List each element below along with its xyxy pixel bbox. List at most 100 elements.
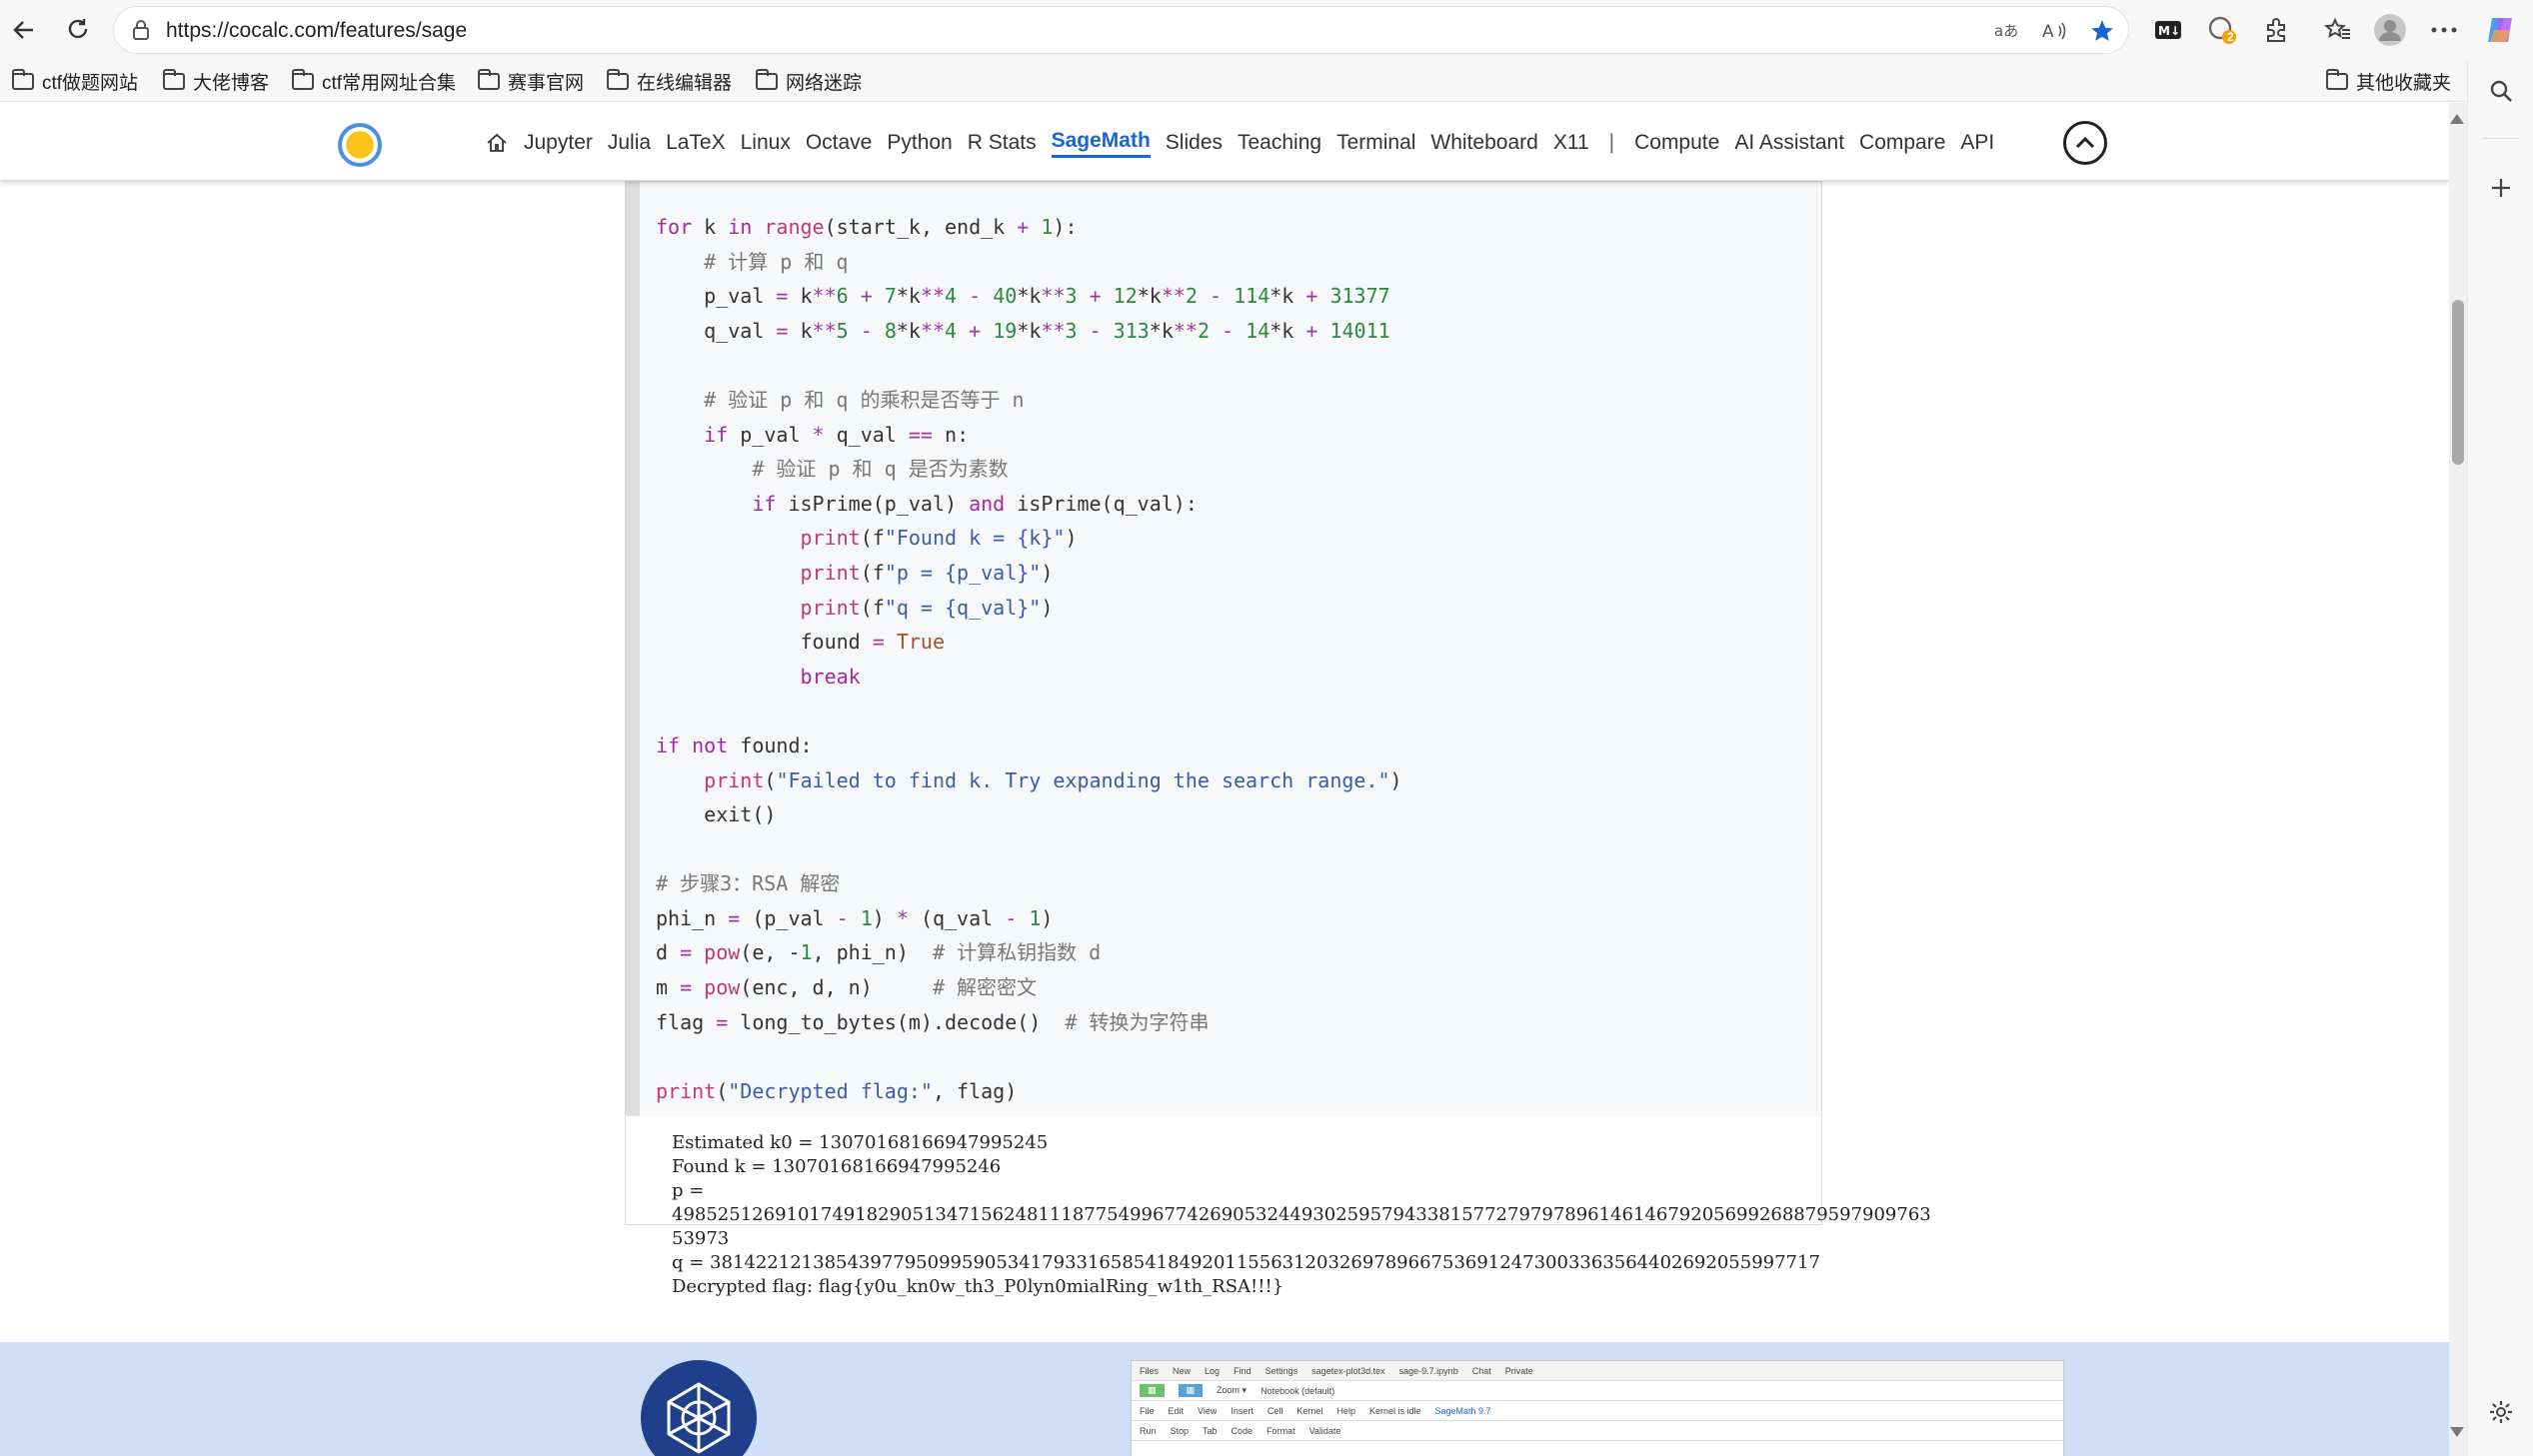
- preview-tab: Find: [1234, 1365, 1252, 1376]
- preview-toolbar-button: Code: [1231, 1425, 1254, 1436]
- scroll-up-arrow-icon[interactable]: [2450, 114, 2464, 124]
- nav-link-jupyter[interactable]: Jupyter: [524, 131, 593, 155]
- favorite-star-icon[interactable]: [2088, 17, 2116, 45]
- nav-link-python[interactable]: Python: [887, 131, 952, 155]
- nav-link-latex[interactable]: LaTeX: [666, 131, 726, 155]
- code-line: # 步骤3：RSA 解密: [656, 871, 841, 896]
- bookmark-folder[interactable]: 大佬博客: [163, 68, 269, 94]
- bookmark-label: ctf做题网站: [42, 72, 139, 94]
- preview-tab: Settings: [1265, 1365, 1298, 1376]
- bookmark-label: 赛事官网: [508, 72, 585, 94]
- copilot-icon[interactable]: [2483, 12, 2517, 48]
- add-sidebar-app-icon[interactable]: [2483, 170, 2519, 206]
- code-block: for k in range(start_k, end_k + 1): # 计算…: [626, 182, 1821, 1116]
- folder-icon: [756, 68, 778, 90]
- reload-icon[interactable]: [60, 12, 96, 48]
- scroll-to-top-button[interactable]: [2063, 121, 2107, 165]
- markdown-extension-icon[interactable]: M↓: [2151, 12, 2185, 48]
- preview-toolbar-button: Validate: [1308, 1425, 1341, 1436]
- extension-badge-count: 2: [2227, 30, 2234, 44]
- side-panel-divider: [2482, 138, 2520, 139]
- nav-link-terminal[interactable]: Terminal: [1336, 131, 1415, 155]
- lock-icon[interactable]: [130, 19, 152, 41]
- folder-icon: [292, 68, 314, 90]
- nav-link-whiteboard[interactable]: Whiteboard: [1430, 131, 1537, 155]
- bookmark-folder[interactable]: ctf常用网址合集: [292, 68, 456, 94]
- translate-icon[interactable]: aあ: [1993, 17, 2021, 45]
- chevron-up-icon: [2075, 136, 2095, 149]
- preview-toolbar-button: Tab: [1203, 1425, 1218, 1436]
- preview-menu-row: File Edit View Insert Cell Kernel Help Kernel i…: [1132, 1401, 2063, 1421]
- code-line: print("Failed to find k. Try expanding t…: [704, 767, 1402, 792]
- search-icon[interactable]: [2483, 73, 2519, 109]
- code-line: if isPrime(p_val) and isPrime(q_val):: [752, 491, 1198, 516]
- nav-link-sagemath[interactable]: SageMath: [1051, 129, 1151, 158]
- bookmark-folder[interactable]: 网络迷踪: [756, 68, 862, 94]
- code-line: print(f"Found k = {k}"): [800, 526, 1078, 551]
- preview-toolbar-row: ▦ ▦ Zoom ▾ Notebook (default): [1132, 1381, 2063, 1401]
- code-line: for k in range(start_k, end_k + 1):: [656, 215, 1078, 239]
- preview-toolbar-button: Run: [1140, 1425, 1157, 1436]
- nav-link-x11[interactable]: X11: [1553, 131, 1589, 155]
- nav-link-api[interactable]: API: [1960, 131, 1994, 155]
- cocalc-logo[interactable]: [338, 123, 382, 167]
- site-navigation: Jupyter Julia LaTeX Linux Octave Python R Stat…: [0, 103, 2449, 181]
- code-line: d = pow(e, -1, phi_n) # 计算私钥指数 d: [656, 940, 1102, 965]
- scroll-down-arrow-icon[interactable]: [2450, 1427, 2464, 1437]
- settings-gear-icon[interactable]: [2483, 1394, 2519, 1430]
- nav-link-compare[interactable]: Compare: [1859, 131, 1945, 155]
- home-icon[interactable]: [486, 132, 508, 154]
- nav-link-compute[interactable]: Compute: [1634, 131, 1719, 155]
- output-line: Estimated k0 = 13070168166947995245: [672, 1132, 1049, 1153]
- preview-zoom: Zoom ▾: [1217, 1385, 1248, 1395]
- output-line: Decrypted flag: flag{y0u_kn0w_th3_P0lyn0…: [672, 1276, 1284, 1297]
- folder-icon: [478, 68, 500, 90]
- extensions-puzzle-icon[interactable]: [2259, 12, 2293, 48]
- bookmark-folder[interactable]: ctf做题网站: [12, 68, 138, 94]
- preview-menu-item: Edit: [1168, 1405, 1185, 1416]
- preview-menu-item: Help: [1336, 1405, 1355, 1416]
- browser-side-panel: [2467, 60, 2533, 1456]
- preview-blue-button: ▦: [1178, 1384, 1204, 1397]
- more-menu-icon[interactable]: [2427, 12, 2461, 48]
- nav-link-teaching[interactable]: Teaching: [1238, 131, 1321, 155]
- back-icon[interactable]: [6, 12, 42, 48]
- nav-link-ai-assistant[interactable]: AI Assistant: [1734, 131, 1844, 155]
- preview-cell-toolbar: Run Stop Tab Code Format Validate: [1132, 1421, 2063, 1441]
- preview-tab: Files: [1140, 1365, 1160, 1376]
- nav-link-octave[interactable]: Octave: [806, 131, 873, 155]
- nav-link-r-stats[interactable]: R Stats: [968, 131, 1037, 155]
- bookmark-label: 在线编辑器: [637, 72, 733, 94]
- svg-text:aあ: aあ: [1994, 22, 2018, 40]
- folder-icon: [607, 68, 629, 90]
- preview-menu-item: View: [1198, 1405, 1218, 1416]
- code-line: flag = long_to_bytes(m).decode() # 转换为字符…: [656, 1009, 1210, 1034]
- code-line: if not found:: [656, 732, 813, 757]
- preview-tab: sagetex-plot3d.tex: [1311, 1365, 1385, 1376]
- address-bar[interactable]: https://cocalc.com/features/sage aあ A: [113, 6, 2129, 54]
- favorites-list-icon[interactable]: [2321, 12, 2355, 48]
- nav-link-linux[interactable]: Linux: [741, 131, 791, 155]
- folder-icon: [12, 68, 34, 90]
- bookmark-folder[interactable]: 赛事官网: [478, 68, 584, 94]
- preview-tab: Private: [1504, 1365, 1533, 1376]
- read-aloud-icon[interactable]: A: [2041, 17, 2069, 45]
- other-bookmarks-folder[interactable]: 其他收藏夹: [2326, 68, 2451, 94]
- code-example-card: for k in range(start_k, end_k + 1): # 计算…: [625, 181, 1931, 1297]
- code-line: p_val = k**6 + 7*k**4 - 40*k**3 + 12*k**…: [656, 284, 1390, 309]
- nav-link-julia[interactable]: Julia: [608, 131, 651, 155]
- url-text[interactable]: https://cocalc.com/features/sage: [166, 19, 467, 43]
- preview-tab: Log: [1205, 1365, 1221, 1376]
- profile-avatar-icon[interactable]: [2373, 12, 2407, 48]
- folder-icon: [163, 68, 185, 90]
- code-line: # 验证 p 和 q 是否为素数: [752, 457, 1009, 482]
- nav-link-slides[interactable]: Slides: [1166, 131, 1223, 155]
- nav-separator: |: [1608, 131, 1615, 154]
- bookmark-folder[interactable]: 在线编辑器: [607, 68, 732, 94]
- code-line: if p_val * q_val == n:: [704, 422, 970, 447]
- scrollbar-thumb[interactable]: [2452, 300, 2464, 465]
